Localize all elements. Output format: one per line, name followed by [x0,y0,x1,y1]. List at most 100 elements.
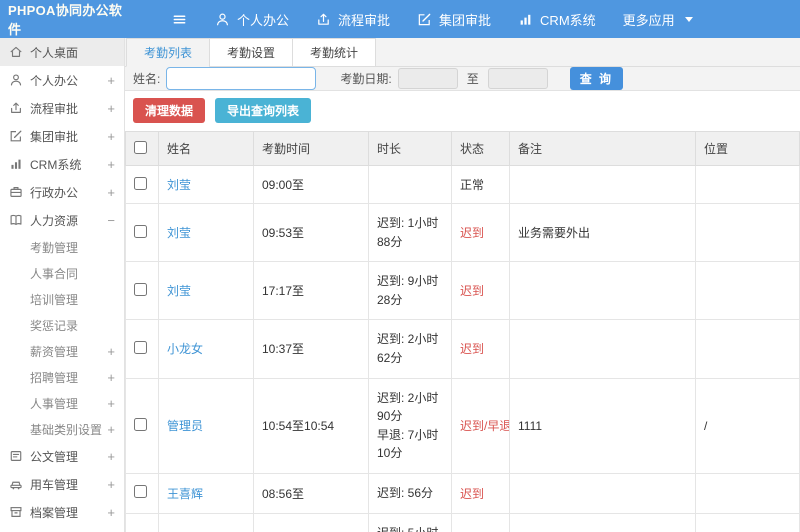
select-all-cell [125,131,159,166]
app-logo: PHPOA协同办公软件 [8,3,123,37]
row-checkbox[interactable] [134,282,147,296]
attendance-time: 10:37至 [253,319,369,379]
date-label: 考勤日期: [340,72,392,86]
remark-cell [509,512,696,532]
sidebar-subitem-rewards[interactable]: 奖惩记录 [0,312,124,338]
nav-personal-office[interactable]: 个人办公 [215,10,289,29]
edit-icon [9,129,23,143]
remark-cell [509,165,696,204]
nav-crm[interactable]: CRM系统 [518,10,596,29]
employee-name-link[interactable]: 小龙女 [167,342,203,356]
duration-line1: 迟到: 56分 [377,485,434,500]
row-checkbox[interactable] [134,176,147,190]
sidebar-item-workflow-approval[interactable]: 流程审批 + [0,94,124,122]
name-label: 姓名: [133,72,161,86]
duration-cell: 迟到: 5小时33分早退: 4小时67分 [368,512,452,532]
duration-cell: 迟到: 2小时90分 早退: 7小时10分 [368,377,452,474]
tab-attendance-stats[interactable]: 考勤统计 [292,38,377,67]
duration-cell: 迟到: 9小时28分 [368,261,452,321]
table-header-row: 姓名 考勤时间 时长 状态 备注 位置 [125,131,800,166]
expand-indicator: + [107,184,115,200]
sidebar-item-crm[interactable]: CRM系统 + [0,150,124,178]
sidebar-item-label: 招聘管理 [30,370,79,385]
location-cell [695,261,800,321]
status-cell: 迟到 [451,202,510,263]
sidebar-item-vehicle[interactable]: 用车管理 + [0,470,124,498]
sidebar-item-group-approval[interactable]: 集团审批 + [0,122,124,150]
employee-name-link[interactable]: 管理员 [167,419,203,433]
nav-group-approval[interactable]: 集团审批 [417,10,491,29]
nav-label: 更多应用 [622,12,675,28]
sidebar-subitem-attendance[interactable]: 考勤管理 [0,234,124,260]
status-text: 迟到 [460,284,485,299]
sidebar-item-label: 行政办公 [30,185,79,200]
employee-name-link[interactable]: 王喜辉 [167,487,203,501]
tab-attendance-list[interactable]: 考勤列表 [126,38,211,67]
remark-cell [509,319,696,379]
location-cell [695,319,800,379]
export-list-button[interactable]: 导出查询列表 [215,98,312,123]
employee-name-link[interactable]: 刘莹 [167,178,191,192]
sidebar-item-label: 个人办公 [30,73,79,88]
sidebar-item-archives[interactable]: 档案管理 + [0,498,124,526]
attendance-time: 10:54至10:54 [253,377,369,474]
search-button[interactable]: 查 询 [569,67,624,90]
row-checkbox[interactable] [134,417,147,431]
search-form: 姓名: 考勤日期: 至 查 询 [125,67,800,91]
date-to-input[interactable] [487,68,548,89]
sidebar-item-personal-desktop[interactable]: 个人桌面 [0,38,124,66]
row-checkbox[interactable] [134,224,147,238]
duration-cell: 迟到: 56分 [368,472,452,514]
nav-more-apps[interactable]: 更多应用 [623,10,693,29]
row-checkbox[interactable] [134,340,147,354]
header-remark: 备注 [509,131,696,166]
employee-name-link[interactable]: 刘莹 [167,284,191,298]
sidebar-subitem-base-category[interactable]: 基础类别设置 + [0,416,124,442]
attendance-row: 小龙女 10:37至 迟到: 2小时62分 迟到 [125,319,800,379]
nav-label: 个人办公 [237,12,290,28]
sidebar-subitem-recruitment[interactable]: 招聘管理 + [0,364,124,390]
header-time: 考勤时间 [253,131,369,166]
date-from-input[interactable] [397,68,458,89]
car-icon [9,477,23,491]
home-icon [9,45,23,59]
header-duration: 时长 [368,131,452,166]
duration-line1: 迟到: 2小时90分 [377,390,439,424]
attendance-row: 刘莹 09:00至 正常 [125,165,800,204]
sidebar-item-hr[interactable]: 人力资源 − [0,206,124,234]
sidebar-subitem-training[interactable]: 培训管理 [0,286,124,312]
tab-attendance-settings[interactable]: 考勤设置 [209,38,294,67]
sidebar-subitem-salary[interactable]: 薪资管理 + [0,338,124,364]
select-all-checkbox[interactable] [134,140,147,154]
to-label: 至 [466,72,479,86]
collapse-indicator: − [107,212,115,228]
name-input[interactable] [166,67,317,90]
remark-cell [509,261,696,321]
sidebar-item-label: 奖惩记录 [30,318,79,333]
status-cell: 迟到/早退 [451,512,510,532]
sidebar-item-label: 薪资管理 [30,344,79,359]
clear-data-button[interactable]: 清理数据 [133,98,206,123]
status-cell: 正常 [451,165,510,204]
sidebar-item-label: 人事合同 [30,266,79,281]
menu-toggle-icon[interactable] [172,12,187,27]
row-checkbox[interactable] [134,485,147,499]
sidebar-subitem-hr-contract[interactable]: 人事合同 [0,260,124,286]
sidebar-item-personal-office[interactable]: 个人办公 + [0,66,124,94]
sidebar-item-label: CRM系统 [30,157,82,172]
employee-name-link[interactable]: 刘莹 [167,226,191,240]
action-bar: 清理数据 导出查询列表 [125,91,800,131]
main-content: 考勤列表 考勤设置 考勤统计 姓名: 考勤日期: 至 查 询 清理数据 导出查询… [125,38,800,532]
user-icon [215,12,230,27]
sidebar-subitem-personnel[interactable]: 人事管理 + [0,390,124,416]
status-text: 迟到 [460,342,485,357]
status-text: 迟到 [460,486,485,501]
sidebar-item-documents[interactable]: 公文管理 + [0,442,124,470]
sidebar-item-admin-office[interactable]: 行政办公 + [0,178,124,206]
sidebar-item-projects[interactable]: 项目管理 + [0,526,124,532]
nav-workflow-approval[interactable]: 流程审批 [316,10,390,29]
attendance-row: 王喜辉 08:56至 迟到: 56分 迟到 [125,472,800,514]
expand-indicator: + [107,421,115,437]
header-location: 位置 [695,131,800,166]
sidebar-item-label: 培训管理 [30,292,79,307]
